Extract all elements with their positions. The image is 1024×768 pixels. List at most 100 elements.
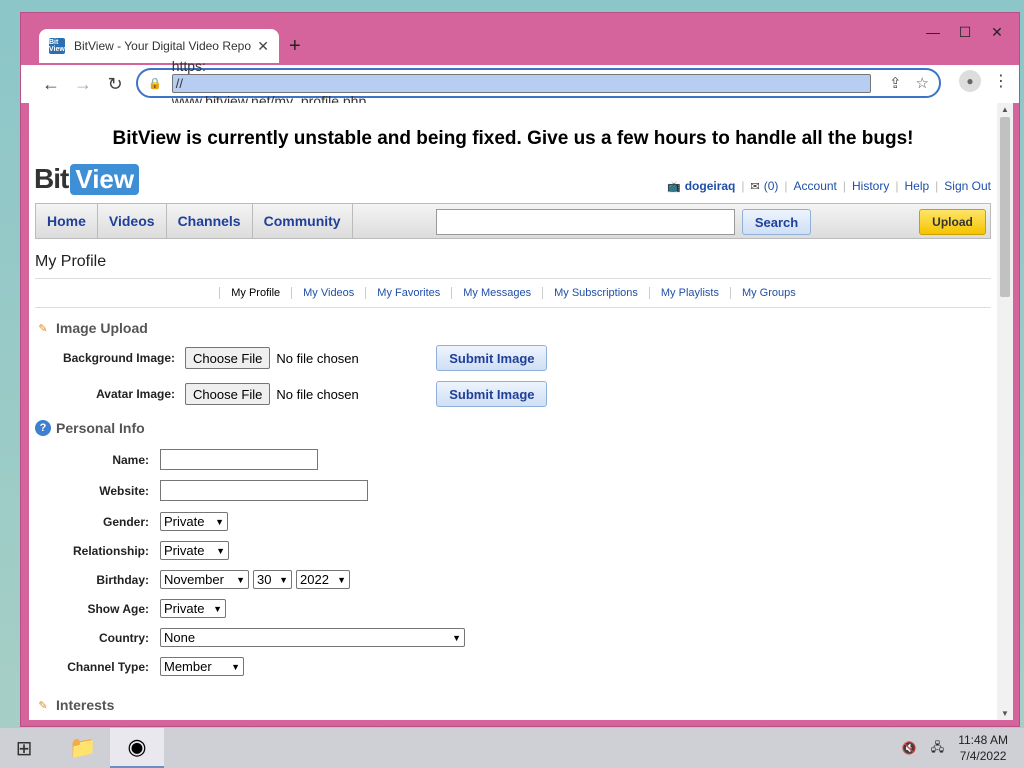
windows-start-icon[interactable]: ⊞ [0, 728, 48, 768]
account-link[interactable]: Account [794, 179, 837, 193]
help-link[interactable]: Help [904, 179, 929, 193]
country-select[interactable]: None ▼ [160, 628, 465, 647]
subnav-my-profile[interactable]: My Profile [219, 287, 291, 299]
username-link[interactable]: dogeiraq [685, 179, 736, 193]
personal-info-heading-text: Personal Info [56, 420, 145, 436]
show-age-label: Show Age: [87, 601, 149, 616]
search-button[interactable]: Search [742, 209, 811, 235]
url-selection: // [171, 73, 871, 93]
bookmark-star-icon[interactable]: ☆ [916, 74, 929, 92]
background-choose-file-button[interactable]: Choose File [185, 347, 271, 369]
share-icon[interactable]: ⇪ [889, 74, 902, 92]
chevron-down-icon: ▼ [213, 603, 222, 614]
show-age-select[interactable]: Private ▼ [160, 599, 226, 618]
address-bar[interactable]: 🔒 https://www.bitview.net/my_profile.php… [136, 58, 941, 109]
chevron-down-icon: ▼ [452, 632, 461, 643]
name-row: Name: [29, 445, 997, 474]
scroll-down-icon[interactable]: ▼ [1001, 709, 1009, 718]
show-age-row: Show Age: Private ▼ [29, 594, 997, 623]
avatar-choose-file-button[interactable]: Choose File [185, 383, 271, 405]
page-scrollbar[interactable]: ▲ ▼ [997, 103, 1013, 720]
website-row: Website: [29, 474, 997, 507]
gender-select[interactable]: Private ▼ [160, 512, 228, 531]
gender-row: Gender: Private ▼ [29, 507, 997, 536]
pencil-icon: ✎ [38, 699, 48, 712]
background-image-row: Background Image: Choose File No file ch… [29, 340, 997, 376]
nav-videos[interactable]: Videos [98, 204, 167, 238]
nav-home[interactable]: Home [36, 204, 98, 238]
subnav-my-playlists[interactable]: My Playlists [648, 287, 730, 299]
country-row: Country: None ▼ [29, 623, 997, 652]
subnav-my-favorites[interactable]: My Favorites [365, 287, 451, 299]
sign-out-link[interactable]: Sign Out [944, 179, 991, 193]
close-tab-icon[interactable]: ✕ [257, 38, 269, 55]
image-upload-heading-text: Image Upload [56, 320, 148, 336]
search-input[interactable] [436, 209, 735, 235]
profile-subnav: My Profile My Videos My Favorites My Mes… [35, 287, 991, 308]
mail-icon: ✉ [750, 180, 760, 193]
page-viewport: BitView is currently unstable and being … [29, 103, 997, 720]
network-icon[interactable]: 🖧 [931, 738, 944, 759]
name-input[interactable] [160, 449, 318, 470]
birthday-day-select[interactable]: 30 ▼ [253, 570, 292, 589]
volume-muted-icon[interactable]: 🔇 [902, 741, 917, 755]
window-controls: — ☐ ✕ [917, 21, 1013, 43]
website-label: Website: [99, 483, 149, 498]
nav-community[interactable]: Community [253, 204, 353, 238]
background-submit-image-button[interactable]: Submit Image [436, 345, 548, 371]
browser-toolbar: ← → ↻ 🔒 https://www.bitview.net/my_profi… [21, 58, 1019, 109]
gender-label: Gender: [102, 514, 149, 529]
relationship-select[interactable]: Private ▼ [160, 541, 229, 560]
subnav-my-subscriptions[interactable]: My Subscriptions [542, 287, 649, 299]
chevron-down-icon: ▼ [215, 516, 224, 527]
nav-channels[interactable]: Channels [167, 204, 253, 238]
scrollbar-thumb[interactable] [1000, 117, 1010, 297]
subnav-my-videos[interactable]: My Videos [291, 287, 365, 299]
website-input[interactable] [160, 480, 368, 501]
avatar-image-row: Avatar Image: Choose File No file chosen… [29, 376, 997, 412]
channel-type-select[interactable]: Member ▼ [160, 657, 244, 676]
birthday-row: Birthday: November ▼ 30 ▼ 2022 ▼ [29, 565, 997, 594]
background-file-status: No file chosen [276, 350, 359, 366]
history-link[interactable]: History [852, 179, 889, 193]
forward-icon[interactable]: → [67, 68, 99, 100]
bitview-logo[interactable]: Bit View [34, 163, 140, 195]
messages-count-link[interactable]: (0) [764, 179, 779, 193]
scroll-up-icon[interactable]: ▲ [1001, 105, 1009, 114]
pencil-icon: ✎ [38, 322, 48, 335]
main-nav: Home Videos Channels Community Search Up… [35, 203, 991, 239]
help-icon: ? [35, 420, 51, 436]
tv-icon: 📺 [667, 180, 681, 193]
back-icon[interactable]: ← [35, 68, 67, 100]
new-tab-icon[interactable]: + [289, 35, 301, 58]
file-explorer-icon[interactable]: 📁 [56, 728, 110, 768]
chrome-icon[interactable]: ◉ [110, 728, 164, 768]
chevron-down-icon: ▼ [279, 574, 288, 585]
clock-time: 11:48 AM [958, 733, 1008, 747]
subnav-my-groups[interactable]: My Groups [729, 287, 807, 299]
menu-icon[interactable]: ⋮ [993, 71, 1009, 91]
birthday-year-select[interactable]: 2022 ▼ [296, 570, 350, 589]
channel-type-label: Channel Type: [67, 659, 149, 674]
avatar-image-label: Avatar Image: [96, 387, 175, 401]
lock-icon: 🔒 [148, 77, 162, 90]
site-header: Bit View 📺 dogeiraq | ✉ (0) | Account | … [29, 163, 997, 203]
birthday-month-select[interactable]: November ▼ [160, 570, 249, 589]
interests-heading: ✎ Interests [35, 697, 991, 713]
interests-heading-text: Interests [56, 697, 115, 713]
personal-info-heading: ? Personal Info [35, 420, 991, 436]
avatar-submit-image-button[interactable]: Submit Image [436, 381, 548, 407]
close-window-icon[interactable]: ✕ [981, 21, 1013, 43]
name-label: Name: [112, 452, 149, 467]
avatar-file-status: No file chosen [276, 386, 359, 402]
upload-button[interactable]: Upload [919, 209, 986, 235]
subnav-my-messages[interactable]: My Messages [451, 287, 542, 299]
url-text[interactable]: https://www.bitview.net/my_profile.php [171, 58, 875, 109]
maximize-icon[interactable]: ☐ [949, 21, 981, 43]
clock[interactable]: 11:48 AM 7/4/2022 [958, 732, 1008, 764]
reload-icon[interactable]: ↻ [99, 68, 131, 100]
bitview-favicon-icon: Bit View [49, 38, 65, 54]
minimize-icon[interactable]: — [917, 21, 949, 43]
country-label: Country: [99, 630, 149, 645]
profile-icon[interactable]: ● [959, 70, 981, 92]
